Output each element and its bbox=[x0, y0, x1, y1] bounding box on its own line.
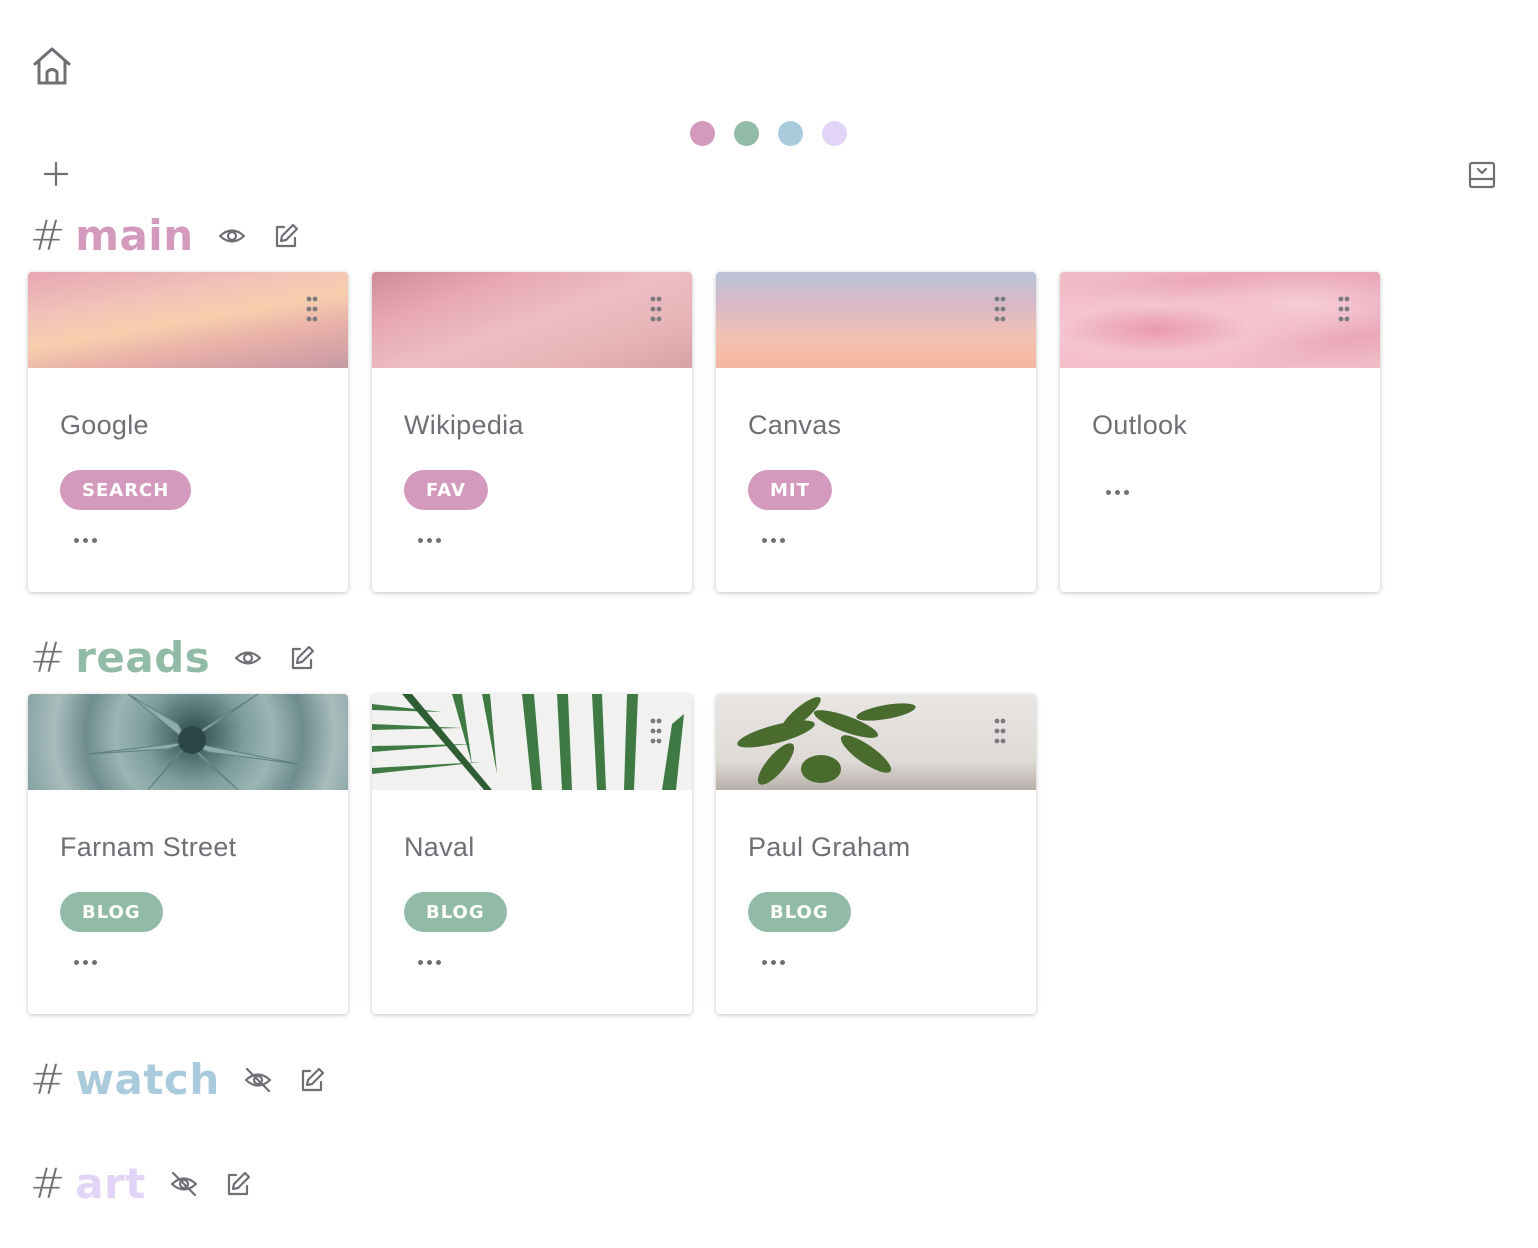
bookmark-card[interactable]: Google SEARCH bbox=[28, 272, 348, 592]
card-cover-image bbox=[28, 694, 348, 790]
collapse-all-icon[interactable] bbox=[1467, 160, 1497, 190]
more-options-icon[interactable] bbox=[418, 956, 446, 968]
theme-dot-reads[interactable] bbox=[734, 121, 759, 146]
home-icon[interactable] bbox=[30, 44, 74, 88]
tag-badge[interactable]: BLOG bbox=[60, 892, 163, 932]
section-title-art[interactable]: art bbox=[75, 1163, 146, 1205]
section-hash: # bbox=[30, 1055, 66, 1104]
tag-badge[interactable]: BLOG bbox=[404, 892, 507, 932]
succulent-illustration bbox=[87, 694, 299, 790]
card-cover-image bbox=[1060, 272, 1380, 368]
drag-handle-icon[interactable] bbox=[306, 296, 318, 322]
more-options-icon[interactable] bbox=[74, 956, 102, 968]
theme-color-dots bbox=[690, 121, 847, 146]
more-options-icon[interactable] bbox=[762, 956, 790, 968]
section-header-main: # main bbox=[30, 210, 302, 262]
edit-icon[interactable] bbox=[222, 1168, 254, 1200]
tag-badge[interactable]: SEARCH bbox=[60, 470, 192, 510]
section-title-reads[interactable]: reads bbox=[75, 637, 210, 679]
card-cover-image bbox=[372, 694, 692, 790]
section-title-main[interactable]: main bbox=[75, 215, 193, 257]
tag-badge[interactable]: MIT bbox=[748, 470, 832, 510]
bookmark-card[interactable]: Canvas MIT bbox=[716, 272, 1036, 592]
tag-badge[interactable]: BLOG bbox=[748, 892, 851, 932]
card-cover-image bbox=[28, 272, 348, 368]
card-cover-image bbox=[716, 272, 1036, 368]
drag-handle-icon[interactable] bbox=[1338, 296, 1350, 322]
drag-handle-icon[interactable] bbox=[650, 718, 662, 744]
plus-icon[interactable] bbox=[40, 158, 72, 190]
drag-handle-icon[interactable] bbox=[650, 296, 662, 322]
theme-dot-watch[interactable] bbox=[778, 121, 803, 146]
section-hash: # bbox=[30, 1159, 66, 1208]
bookmark-card[interactable]: Wikipedia FAV bbox=[372, 272, 692, 592]
bookmark-card[interactable]: Outlook bbox=[1060, 272, 1380, 592]
more-options-icon[interactable] bbox=[762, 534, 790, 546]
section-hash: # bbox=[30, 633, 66, 682]
edit-icon[interactable] bbox=[286, 642, 318, 674]
eye-off-icon[interactable] bbox=[242, 1064, 274, 1096]
card-cover-image bbox=[716, 694, 1036, 790]
theme-dot-art[interactable] bbox=[822, 121, 847, 146]
section-header-watch: # watch bbox=[30, 1054, 328, 1106]
section-title-watch[interactable]: watch bbox=[75, 1059, 220, 1101]
eye-icon[interactable] bbox=[232, 642, 264, 674]
section-header-art: # art bbox=[30, 1158, 254, 1210]
card-title: Paul Graham bbox=[748, 832, 911, 862]
card-title: Naval bbox=[404, 832, 475, 862]
drag-handle-icon[interactable] bbox=[994, 296, 1006, 322]
bookmark-card[interactable]: Farnam Street BLOG bbox=[28, 694, 348, 1014]
card-title: Wikipedia bbox=[404, 410, 524, 440]
section-header-reads: # reads bbox=[30, 632, 318, 684]
edit-icon[interactable] bbox=[296, 1064, 328, 1096]
eye-off-icon[interactable] bbox=[168, 1168, 200, 1200]
card-title: Farnam Street bbox=[60, 832, 237, 862]
card-row-main: Google SEARCH Wikipedia FAV Canvas MIT O… bbox=[28, 272, 1380, 592]
card-title: Outlook bbox=[1092, 410, 1188, 440]
card-title: Canvas bbox=[748, 410, 842, 440]
theme-dot-main[interactable] bbox=[690, 121, 715, 146]
tag-badge[interactable]: FAV bbox=[404, 470, 488, 510]
card-row-reads: Farnam Street BLOG Naval BLOG Paul Graha… bbox=[28, 694, 1036, 1014]
bookmark-card[interactable]: Naval BLOG bbox=[372, 694, 692, 1014]
bookmark-card[interactable]: Paul Graham BLOG bbox=[716, 694, 1036, 1014]
section-hash: # bbox=[30, 211, 66, 260]
eye-icon[interactable] bbox=[216, 220, 248, 252]
more-options-icon[interactable] bbox=[1106, 486, 1134, 498]
more-options-icon[interactable] bbox=[418, 534, 446, 546]
card-cover-image bbox=[372, 272, 692, 368]
drag-handle-icon[interactable] bbox=[994, 718, 1006, 744]
card-title: Google bbox=[60, 410, 149, 440]
more-options-icon[interactable] bbox=[74, 534, 102, 546]
palm-leaves-illustration bbox=[372, 694, 684, 790]
potted-plant-illustration bbox=[737, 697, 916, 785]
edit-icon[interactable] bbox=[270, 220, 302, 252]
